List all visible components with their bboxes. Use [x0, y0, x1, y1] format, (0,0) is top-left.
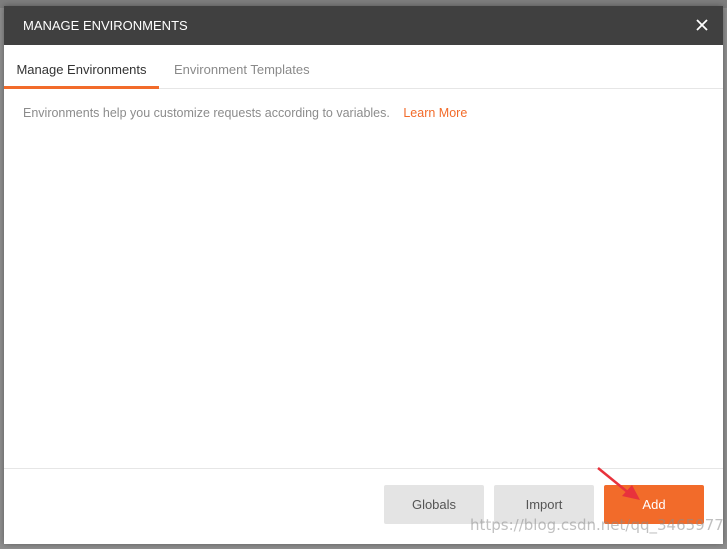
manage-environments-modal: MANAGE ENVIRONMENTS Manage Environments … — [4, 6, 723, 544]
tab-manage-environments[interactable]: Manage Environments — [4, 45, 159, 89]
tab-environment-templates[interactable]: Environment Templates — [174, 45, 310, 88]
annotation-arrow-icon — [597, 467, 640, 500]
tab-bar: Manage Environments Environment Template… — [4, 45, 723, 89]
import-button[interactable]: Import — [494, 485, 594, 524]
modal-title: MANAGE ENVIRONMENTS — [23, 18, 188, 33]
learn-more-link[interactable]: Learn More — [403, 106, 467, 120]
close-button[interactable] — [691, 14, 713, 36]
modal-body: Environments help you customize requests… — [23, 106, 467, 120]
modal-header: MANAGE ENVIRONMENTS — [4, 6, 723, 45]
close-icon — [696, 19, 708, 31]
globals-button[interactable]: Globals — [384, 485, 484, 524]
description-text: Environments help you customize requests… — [23, 106, 390, 120]
